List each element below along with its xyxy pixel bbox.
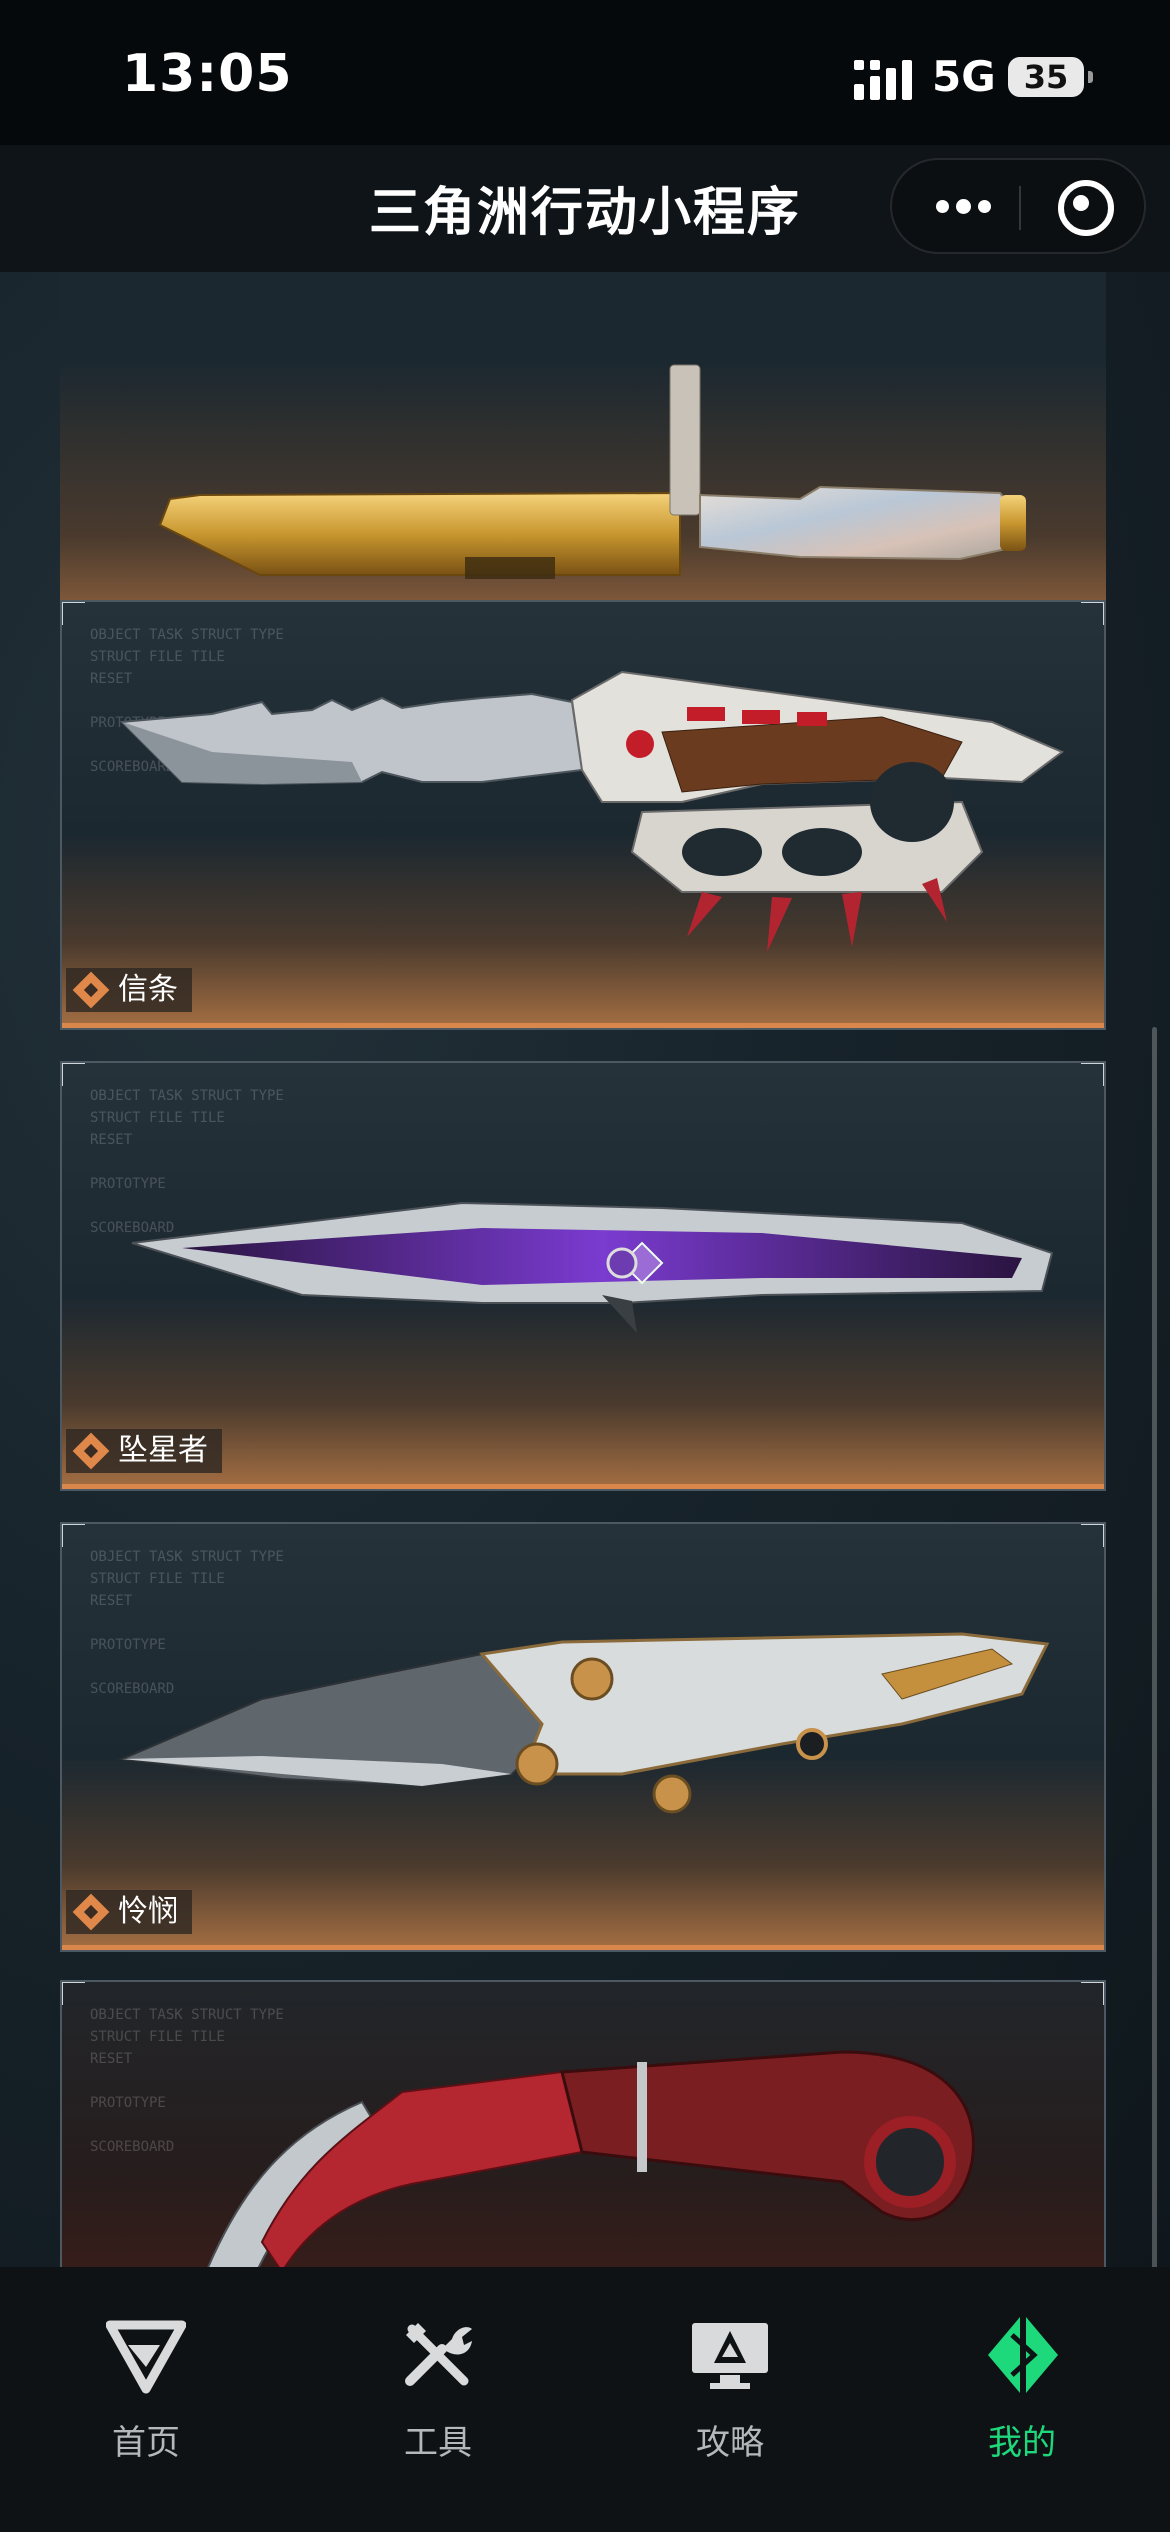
- rarity-diamond-icon: [72, 971, 110, 1009]
- knife-image-karambit: [207, 2050, 975, 2267]
- cellular-signal-icon: [854, 60, 912, 100]
- home-logo-icon: [106, 2320, 186, 2394]
- item-card-partial[interactable]: OBJECT TASK STRUCT TYPE STRUCT FILE TILE R…: [60, 1980, 1106, 2267]
- status-bar: 13:05 5G 35 三角洲行动小程序: [0, 0, 1170, 243]
- tab-label: 工具: [404, 2423, 472, 2463]
- item-name: 坠星者: [118, 1433, 208, 1468]
- item-name: 信条: [118, 972, 178, 1007]
- tab-guide[interactable]: 攻略: [584, 2267, 876, 2467]
- rarity-diamond-icon: [72, 1893, 110, 1931]
- guide-monitor-icon: [692, 2323, 768, 2389]
- tools-icon: [405, 2323, 472, 2386]
- more-dots-icon[interactable]: [912, 160, 1012, 252]
- item-name-tag: 坠星者: [66, 1429, 222, 1473]
- profile-logo-icon: [988, 2317, 1058, 2393]
- tab-label: 攻略: [696, 2423, 764, 2463]
- rarity-diamond-icon: [72, 1432, 110, 1470]
- status-time: 13:05: [122, 44, 293, 104]
- card-accent-line: [62, 1945, 1104, 1950]
- tab-home[interactable]: 首页: [0, 2267, 292, 2467]
- close-miniprogram-icon[interactable]: [1028, 160, 1140, 252]
- tab-tools[interactable]: 工具: [292, 2267, 584, 2467]
- capsule-divider: [1019, 186, 1021, 230]
- tab-label: 首页: [112, 2423, 180, 2463]
- card-accent-line: [62, 1023, 1104, 1028]
- knife-image-mercy: [118, 1632, 1050, 1814]
- item-name-tag: 信条: [66, 968, 192, 1012]
- miniprogram-capsule: [890, 158, 1146, 254]
- knife-image-creed: [119, 670, 1064, 952]
- item-card-mercy[interactable]: OBJECT TASK STRUCT TYPE STRUCT FILE TILE R…: [60, 1522, 1106, 1952]
- battery-indicator: 35: [1008, 57, 1093, 97]
- item-name: 怜悯: [118, 1894, 178, 1929]
- knife-image-star-faller: [131, 1201, 1054, 1333]
- tab-profile[interactable]: 我的: [876, 2267, 1168, 2467]
- item-list[interactable]: 龙牙 OBJECT TASK STRUCT TYPESTRUCT FILE TI…: [0, 272, 1170, 2267]
- scrollbar-thumb[interactable]: [1152, 1027, 1157, 2267]
- item-card-star-faller[interactable]: OBJECT TASK STRUCT TYPE STRUCT FILE TILE R…: [60, 1061, 1106, 1491]
- card-accent-line: [62, 1484, 1104, 1489]
- tab-label: 我的: [988, 2423, 1056, 2463]
- item-card-creed[interactable]: OBJECT TASK STRUCT TYPE STRUCT FILE TILE R…: [60, 600, 1106, 1030]
- item-name-tag: 怜悯: [66, 1890, 192, 1934]
- bottom-tab-bar: 首页 工具 攻略 我的: [0, 2267, 1170, 2532]
- network-type: 5G: [932, 52, 996, 101]
